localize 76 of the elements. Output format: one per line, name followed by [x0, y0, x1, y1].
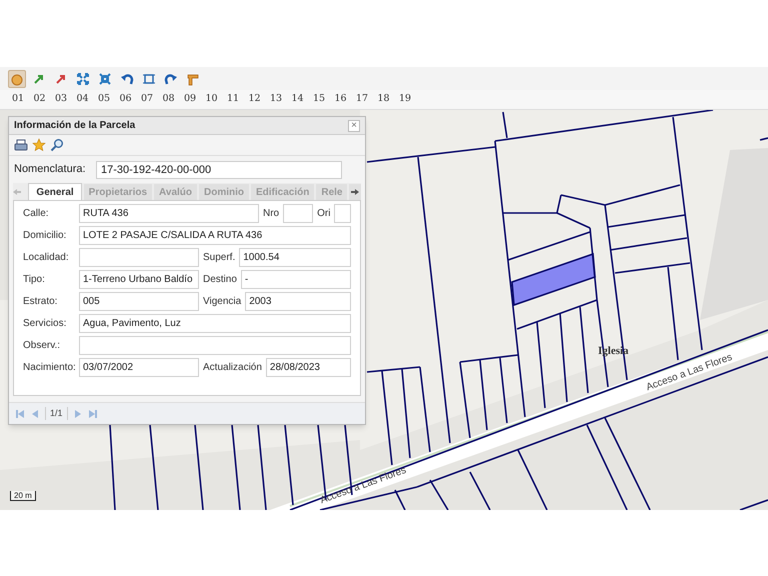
right-arrow-icon	[351, 188, 360, 196]
field-label: Nro	[262, 207, 280, 221]
input-field[interactable]: 005	[79, 292, 199, 311]
tab[interactable]: General	[28, 183, 82, 200]
search-icon	[50, 138, 64, 152]
ruler-icon	[186, 72, 200, 86]
shrink-icon	[98, 72, 112, 86]
layer-number[interactable]: 09	[184, 92, 198, 107]
scale-bar: 20 m	[10, 491, 36, 501]
field-label: Tipo:	[23, 273, 46, 287]
nomenclatura-field[interactable]: 17-30-192-420-00-000	[96, 160, 342, 178]
field-label: Actualización	[202, 361, 263, 375]
redo-icon	[164, 72, 178, 86]
field-label: Calle:	[23, 207, 50, 221]
close-button[interactable]: ×	[348, 120, 360, 132]
field-label: Observ.:	[23, 339, 62, 353]
field-label: Estrato:	[23, 295, 58, 309]
star-icon	[32, 138, 46, 152]
input-field[interactable]	[283, 204, 314, 223]
dialog-title: Información de la Parcela	[14, 119, 136, 133]
layer-number[interactable]: 03	[55, 92, 69, 107]
star-button[interactable]	[31, 138, 46, 152]
layer-number[interactable]: 08	[162, 92, 176, 107]
search-button[interactable]	[49, 138, 64, 152]
field-label: Domicilio:	[23, 229, 68, 243]
layer-number[interactable]: 11	[227, 92, 241, 107]
box-icon	[142, 72, 156, 86]
field-label: Destino	[202, 273, 238, 287]
field-label: Localidad:	[23, 251, 70, 265]
layer-number[interactable]: 14	[292, 92, 306, 107]
layer-number[interactable]: 17	[356, 92, 370, 107]
road-label: Acceso a Las Flores	[644, 350, 734, 396]
tab-scroll-right[interactable]	[349, 184, 361, 200]
input-field[interactable]: 28/08/2023	[266, 358, 351, 377]
input-field[interactable]	[79, 248, 199, 267]
input-field[interactable]: 1000.54	[239, 248, 351, 267]
field-label: Nomenclatura:	[14, 162, 87, 178]
layer-number[interactable]: 02	[34, 92, 48, 107]
input-field[interactable]: 2003	[245, 292, 351, 311]
input-field[interactable]: RUTA 436	[79, 204, 259, 223]
layer-number[interactable]: 13	[270, 92, 284, 107]
field-label: Nacimiento:	[23, 361, 77, 375]
input-field[interactable]: 03/07/2002	[79, 358, 199, 377]
layer-number[interactable]: 18	[378, 92, 392, 107]
input-field[interactable]	[334, 204, 351, 223]
layer-number[interactable]: 05	[98, 92, 112, 107]
road-label: Acceso a Las Flores	[318, 464, 408, 508]
layer-number[interactable]: 16	[334, 92, 348, 107]
undo-icon	[120, 72, 134, 86]
input-field[interactable]: Agua, Pavimento, Luz	[79, 314, 351, 333]
page-indicator: 1/1	[45, 406, 68, 420]
input-field[interactable]	[79, 336, 351, 355]
tool-button[interactable]	[8, 70, 26, 88]
layer-number[interactable]: 07	[141, 92, 155, 107]
input-field[interactable]: -	[240, 270, 351, 289]
next-page-icon[interactable]	[72, 408, 83, 418]
print-button[interactable]	[13, 138, 28, 152]
layer-number[interactable]: 06	[120, 92, 134, 107]
field-label: Superf.	[202, 251, 236, 265]
layer-number[interactable]: 01	[12, 92, 26, 107]
layer-number[interactable]: 12	[248, 92, 262, 107]
input-field[interactable]: LOTE 2 PASAJE C/SALIDA A RUTA 436	[79, 226, 351, 245]
layer-number[interactable]: 15	[313, 92, 327, 107]
layer-number[interactable]: 10	[206, 92, 220, 107]
left-arrow-icon	[13, 188, 21, 196]
input-field[interactable]: 1-Terreno Urbano Baldío	[79, 270, 199, 289]
layer-number[interactable]: 19	[399, 92, 413, 107]
expand-icon	[76, 72, 90, 86]
previous-page-icon[interactable]	[30, 408, 40, 418]
layer-number[interactable]: 04	[76, 92, 90, 107]
first-page-icon[interactable]	[15, 408, 25, 418]
last-page-icon[interactable]	[88, 408, 98, 418]
field-label: Vigencia	[202, 295, 242, 309]
field-label: Servicios:	[23, 317, 68, 331]
printer-icon	[14, 138, 28, 152]
field-label: Ori	[316, 207, 332, 221]
